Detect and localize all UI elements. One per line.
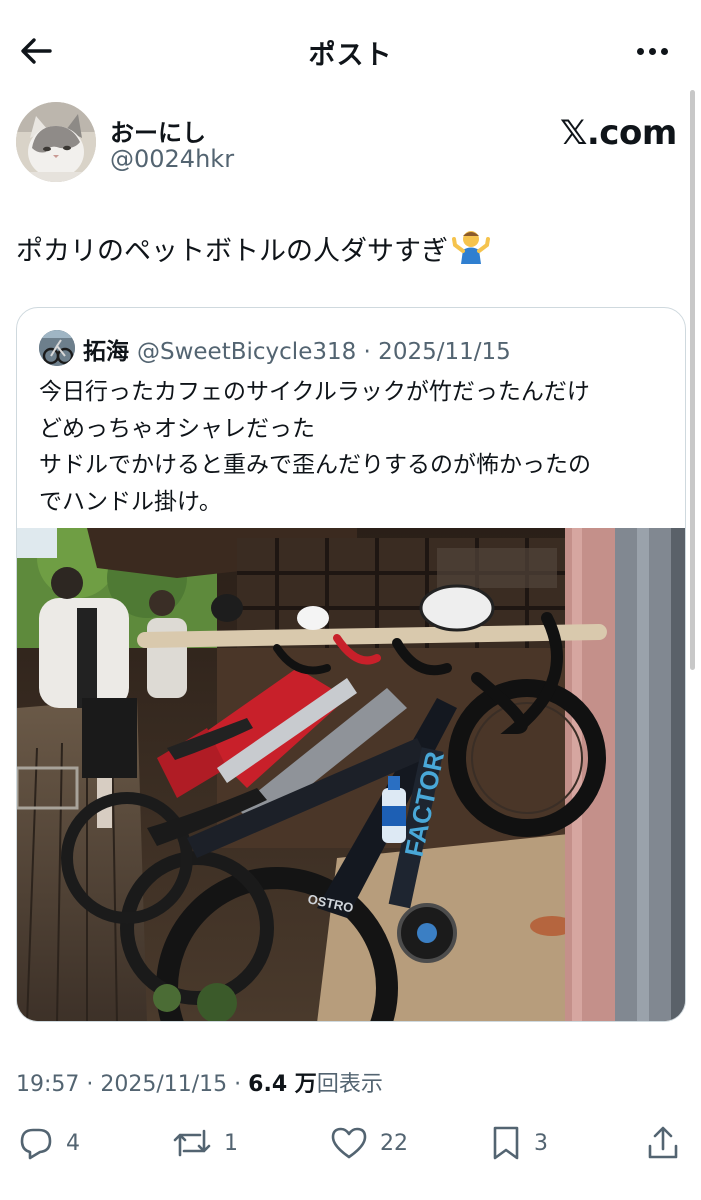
- reply-button[interactable]: 4: [18, 1115, 80, 1171]
- page-title: ポスト: [308, 40, 393, 71]
- share-icon: [648, 1126, 678, 1159]
- post-text: ポカリのペットボトルの人ダサすぎ: [16, 228, 490, 276]
- cat-avatar-icon: [16, 102, 96, 182]
- repost-count: 1: [224, 1130, 238, 1156]
- quote-text-line: どめっちゃオシャレだった: [39, 415, 315, 442]
- bookmark-count: 3: [534, 1130, 548, 1156]
- more-horizontal-icon: [636, 47, 644, 55]
- post-time-date[interactable]: 19:57 · 2025/11/15 ·: [16, 1072, 248, 1097]
- top-bar: ポスト: [0, 0, 701, 100]
- repost-button[interactable]: 1: [172, 1115, 238, 1171]
- post-timestamp: 19:57 · 2025/11/15 · 6.4 万回表示: [16, 1066, 383, 1098]
- quote-text: 今日行ったカフェのサイクルラックが竹だったんだけ どめっちゃオシャレだった サド…: [39, 374, 674, 520]
- quote-text-line: 今日行ったカフェのサイクルラックが竹だったんだけ: [39, 379, 590, 405]
- bookmark-icon: [493, 1126, 519, 1160]
- shrug-emoji-icon: [452, 228, 490, 276]
- avatar[interactable]: [16, 102, 96, 182]
- heart-icon: [331, 1127, 367, 1159]
- action-bar: 4 1 22 3: [0, 1115, 701, 1171]
- cyclist-avatar-icon: [39, 330, 75, 366]
- post-text-body: ポカリのペットボトルの人ダサすぎ: [16, 236, 448, 267]
- more-button[interactable]: [630, 36, 674, 66]
- quote-text-line: サドルでかけると重みで歪んだりするのが怖かったの: [39, 452, 591, 478]
- share-button[interactable]: [645, 1115, 681, 1171]
- xcom-watermark: 𝕏.com: [560, 113, 677, 153]
- reply-icon: [20, 1128, 52, 1160]
- quote-avatar[interactable]: [39, 330, 75, 366]
- quote-text-line: でハンドル掛け。: [39, 488, 222, 515]
- quote-author-handle[interactable]: @SweetBicycle318: [137, 339, 356, 365]
- like-button[interactable]: 22: [330, 1115, 408, 1171]
- quote-date: · 2025/11/15: [356, 339, 511, 365]
- quoted-post-card[interactable]: 拓海 @SweetBicycle318 · 2025/11/15 今日行ったカフェ…: [16, 307, 686, 1022]
- like-count: 22: [380, 1130, 408, 1156]
- author-name[interactable]: おーにし: [110, 113, 206, 148]
- quote-meta: 拓海 @SweetBicycle318 · 2025/11/15: [83, 332, 511, 366]
- quote-photo[interactable]: FACTOR OSTRO: [17, 528, 686, 1022]
- scrollbar[interactable]: [690, 90, 695, 670]
- author-handle[interactable]: @0024hkr: [110, 145, 234, 173]
- repost-icon: [173, 1129, 211, 1157]
- bookmark-button[interactable]: 3: [490, 1115, 548, 1171]
- view-count: 6.4 万: [248, 1072, 317, 1097]
- quote-author-name[interactable]: 拓海: [83, 339, 129, 365]
- reply-count: 4: [66, 1130, 80, 1156]
- view-label: 回表示: [316, 1072, 383, 1097]
